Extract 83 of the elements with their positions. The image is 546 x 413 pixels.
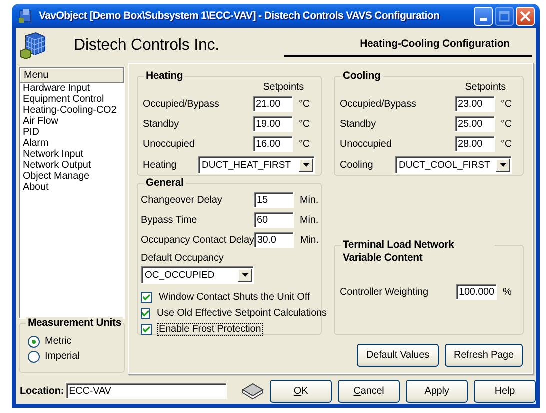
- menu-item[interactable]: Object Manage: [20, 171, 124, 182]
- dialog-button[interactable]: Apply: [406, 380, 468, 402]
- field-label: Unoccupied: [143, 138, 196, 150]
- input-field[interactable]: 19.00: [253, 116, 293, 132]
- minimize-icon: [480, 18, 487, 20]
- group-title: Heating: [144, 70, 186, 83]
- checkbox[interactable]: [141, 308, 150, 318]
- input-field[interactable]: 30.0: [254, 232, 294, 248]
- field-label: Heating: [143, 160, 178, 170]
- close-icon: [520, 10, 531, 22]
- dropdown[interactable]: OC_OCCUPIED: [141, 266, 254, 284]
- column-header: Menu: [20, 68, 124, 83]
- input-field[interactable]: 25.00: [455, 116, 495, 132]
- input-field[interactable]: 16.00: [253, 136, 293, 152]
- location-label: Location:: [20, 386, 64, 396]
- field-label: Occupancy Contact Delay: [141, 234, 254, 246]
- input-field[interactable]: ECC-VAV: [66, 383, 228, 399]
- cube-logo-icon: [20, 32, 46, 60]
- input-field[interactable]: 23.00: [455, 96, 495, 112]
- minimize-button[interactable]: [474, 6, 493, 26]
- dialog-button[interactable]: Help: [474, 380, 536, 402]
- field-label: Cooling: [340, 160, 374, 170]
- unit-label: °C: [298, 98, 312, 110]
- menu-item[interactable]: Hardware Input: [20, 83, 124, 94]
- unit-label: °C: [500, 98, 514, 110]
- unit-label: °C: [298, 118, 312, 130]
- company-name: Distech Controls Inc.: [74, 36, 220, 54]
- menu-item[interactable]: Air Flow: [20, 116, 124, 127]
- checkbox[interactable]: [141, 324, 152, 334]
- maximize-icon: [499, 10, 510, 22]
- dropdown-value: DUCT_COOL_FIRST: [399, 160, 492, 170]
- field-label: Bypass Time: [141, 214, 198, 226]
- menu-item[interactable]: Heating-Cooling-CO2: [20, 105, 124, 116]
- radio-label[interactable]: Metric: [45, 336, 72, 347]
- dialog-button[interactable]: OK: [270, 380, 332, 402]
- checkbox-label[interactable]: Use Old Effective Setpoint Calculations: [155, 306, 329, 320]
- group-title: Cooling: [341, 70, 383, 83]
- menu-item[interactable]: Alarm: [20, 138, 124, 149]
- action-button[interactable]: Default Values: [357, 344, 439, 367]
- unit-label: Min.: [299, 194, 317, 206]
- book-icon[interactable]: [242, 382, 264, 400]
- menu-item[interactable]: Network Output: [20, 160, 124, 171]
- action-button[interactable]: Refresh Page: [445, 344, 523, 367]
- app-icon: [18, 8, 34, 24]
- field-label: Changeover Delay: [141, 194, 224, 206]
- checkbox-label[interactable]: Enable Frost Protection: [157, 322, 264, 336]
- input-field[interactable]: 100.000: [456, 284, 497, 300]
- checkbox-label[interactable]: Window Contact Shuts the Unit Off: [157, 290, 312, 304]
- unit-label: Min.: [299, 214, 317, 226]
- input-field[interactable]: 21.00: [253, 96, 293, 112]
- radio-button[interactable]: [28, 350, 40, 362]
- page-title: Heating-Cooling Configuration: [284, 38, 532, 57]
- field-label: Unoccupied: [340, 138, 393, 150]
- unit-label: Min.: [299, 234, 318, 246]
- column-header: Setpoints: [263, 82, 304, 93]
- dropdown-value: DUCT_HEAT_FIRST: [202, 160, 292, 170]
- close-button[interactable]: [516, 6, 535, 26]
- checkbox[interactable]: [141, 292, 152, 302]
- unit-label: °C: [500, 138, 514, 150]
- input-field[interactable]: 60: [254, 212, 294, 228]
- field-label: Default Occupancy: [141, 252, 224, 264]
- field-label: Occupied/Bypass: [340, 98, 418, 110]
- field-label: Standby: [340, 118, 377, 130]
- dialog-button[interactable]: Cancel: [338, 380, 400, 402]
- window-title: VavObject [Demo Box\Subsystem 1\ECC-VAV] - Distech Controls VAVS Configuration: [39, 10, 441, 22]
- input-field[interactable]: 28.00: [455, 136, 495, 152]
- radio-label[interactable]: Imperial: [45, 351, 80, 362]
- field-label: Standby: [143, 118, 180, 130]
- menu-item[interactable]: About: [20, 182, 124, 193]
- input-field[interactable]: 15: [254, 192, 294, 208]
- unit-label: °C: [298, 138, 312, 150]
- dropdown[interactable]: DUCT_COOL_FIRST: [395, 156, 512, 174]
- unit-label: %: [502, 286, 513, 298]
- field-label: Controller Weighting: [340, 286, 430, 298]
- dropdown[interactable]: DUCT_HEAT_FIRST: [198, 156, 315, 174]
- unit-label: °C: [500, 118, 514, 130]
- menu-item[interactable]: Equipment Control: [20, 94, 124, 105]
- menu-item[interactable]: Network Input: [20, 149, 124, 160]
- menu-item[interactable]: PID: [20, 127, 124, 138]
- dropdown-value: OC_OCCUPIED: [145, 270, 216, 280]
- column-header: Setpoints: [465, 82, 506, 93]
- radio-button[interactable]: [28, 336, 40, 348]
- field-label: Occupied/Bypass: [143, 98, 220, 110]
